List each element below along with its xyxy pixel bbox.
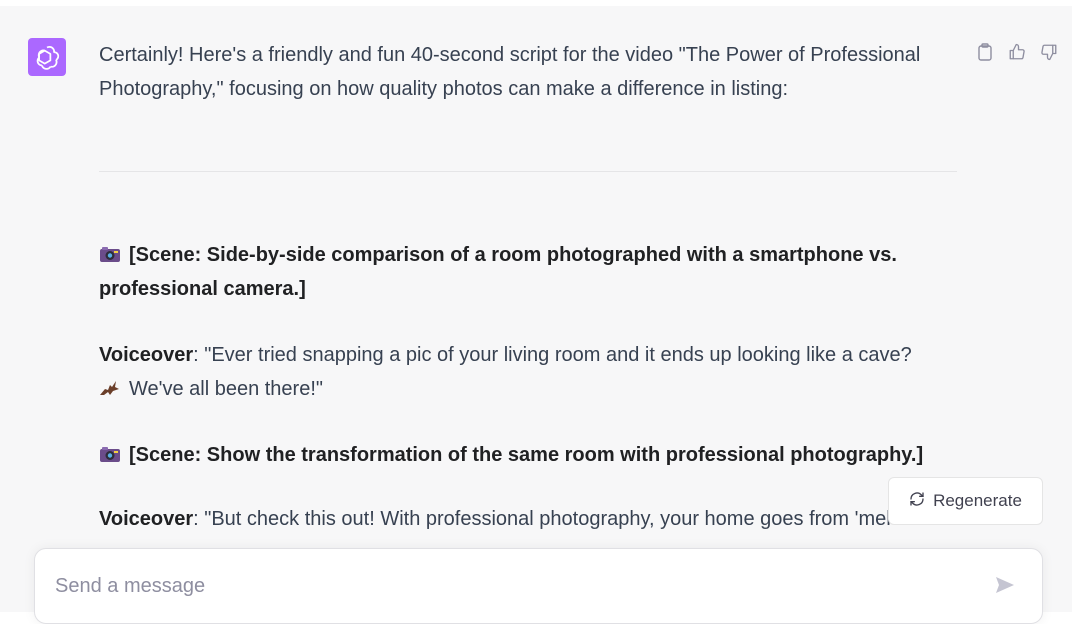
- scene-2-text: [Scene: Show the transformation of the s…: [129, 444, 924, 466]
- message-intro: Certainly! Here's a friendly and fun 40-…: [99, 38, 957, 106]
- message-actions: [976, 42, 1058, 62]
- voiceover-1-text-2: We've all been there!": [129, 378, 323, 400]
- message-input[interactable]: [55, 569, 975, 603]
- message-composer: [34, 548, 1043, 624]
- scene-1-line-1: [Scene: Side-by-side comparison of a roo…: [129, 244, 897, 266]
- send-icon[interactable]: [993, 573, 1021, 601]
- scene-1: [Scene: Side-by-side comparison of a roo…: [99, 238, 957, 306]
- intro-line-1: Certainly! Here's a friendly and fun 40-…: [99, 44, 921, 66]
- intro-line-2: Photography," focusing on how quality ph…: [99, 78, 789, 100]
- thumbs-up-icon[interactable]: [1008, 42, 1026, 62]
- refresh-icon: [909, 491, 925, 512]
- openai-logo-icon: [28, 38, 66, 76]
- divider: [99, 171, 957, 172]
- camera-with-flash-icon: [99, 240, 121, 262]
- clipboard-icon[interactable]: [976, 42, 994, 62]
- camera-with-flash-icon: [99, 440, 121, 462]
- voiceover-1-text: : "Ever tried snapping a pic of your liv…: [193, 344, 912, 366]
- regenerate-label: Regenerate: [933, 491, 1022, 510]
- voiceover-1-label: Voiceover: [99, 344, 194, 366]
- thumbs-down-icon[interactable]: [1040, 42, 1058, 62]
- scene-2: [Scene: Show the transformation of the s…: [99, 438, 957, 472]
- scene-1-line-2: professional camera.]: [99, 278, 306, 300]
- regenerate-button[interactable]: Regenerate: [888, 477, 1043, 525]
- assistant-message: Certainly! Here's a friendly and fun 40-…: [0, 6, 1072, 624]
- voiceover-1: Voiceover: "Ever tried snapping a pic of…: [99, 338, 957, 406]
- bat-icon: [99, 374, 121, 395]
